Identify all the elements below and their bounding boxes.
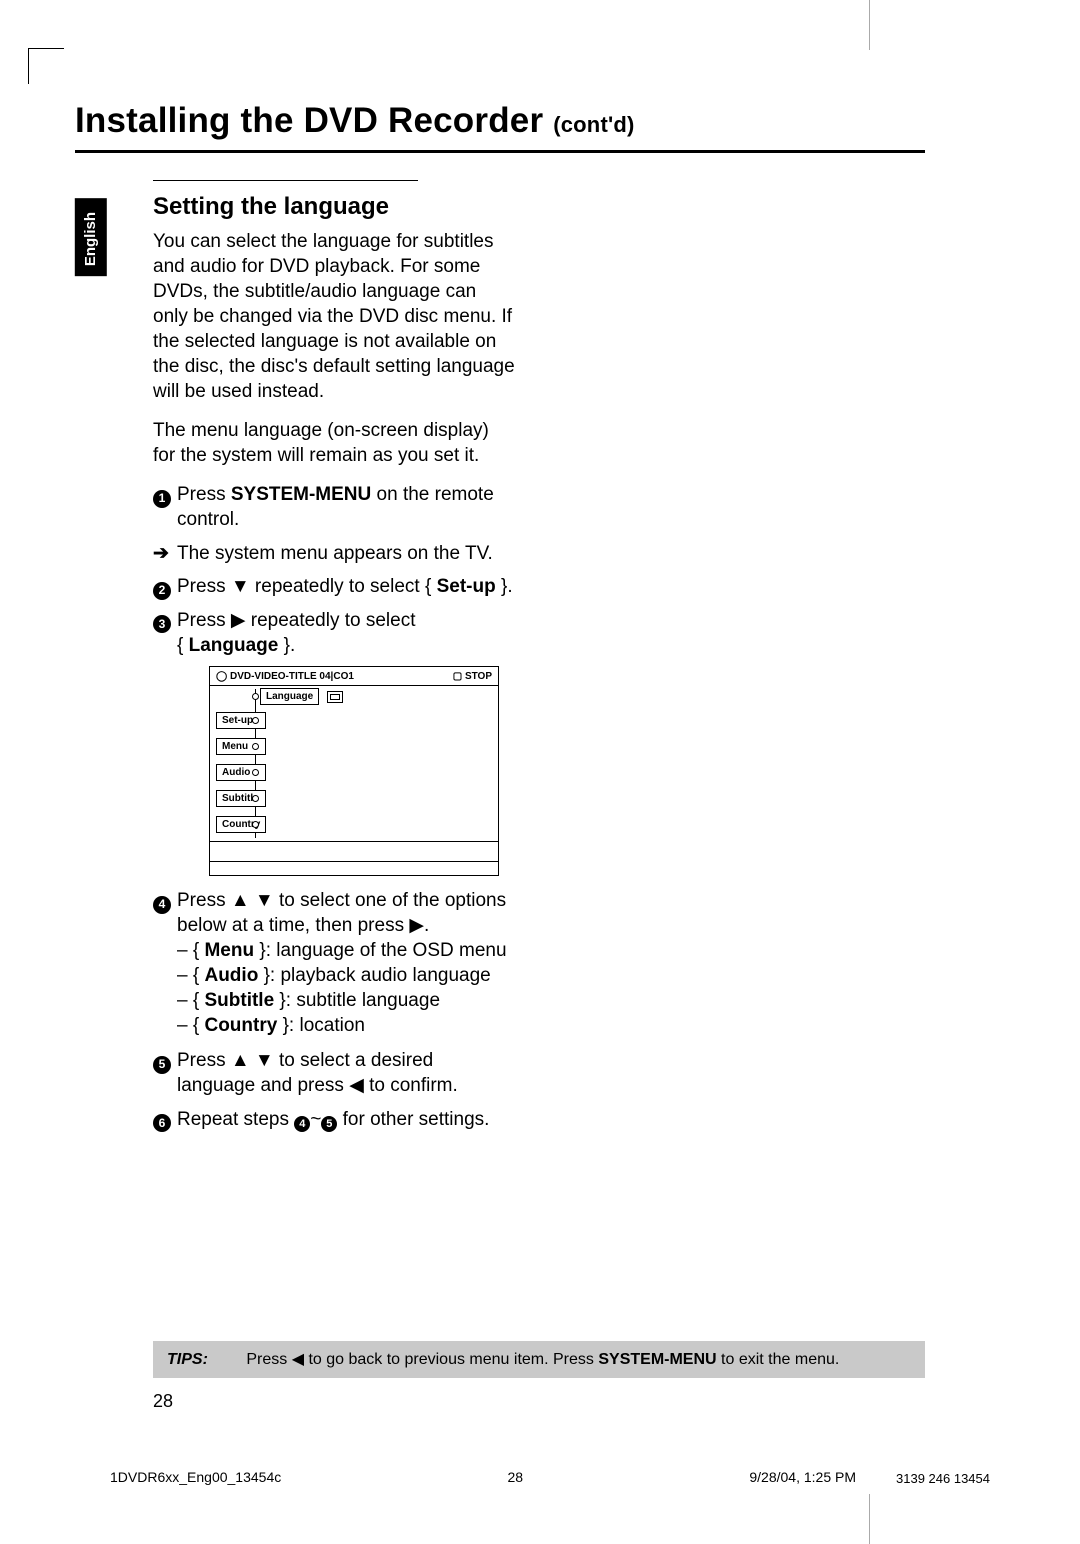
footer-code: 3139 246 13454 bbox=[896, 1472, 990, 1486]
osd-header-stop: STOP bbox=[465, 671, 492, 682]
title-contd: (cont'd) bbox=[553, 112, 634, 137]
osd-node-dot bbox=[252, 769, 259, 776]
text-bold: Audio bbox=[204, 965, 258, 986]
text: Press ▲ ▼ to select a desired language a… bbox=[177, 1048, 515, 1098]
text: Press bbox=[177, 484, 231, 505]
crop-mark bbox=[28, 48, 64, 84]
crop-mark bbox=[869, 1494, 870, 1544]
step-badge-2: 2 bbox=[153, 582, 171, 600]
text-bold: SYSTEM-MENU bbox=[231, 484, 371, 505]
osd-menu-figure: ◯ DVD-VIDEO-TITLE 04|CO1 ▢ STOP Language… bbox=[209, 666, 499, 876]
result-arrow-icon: ➔ bbox=[153, 541, 169, 566]
step-badge-3: 3 bbox=[153, 615, 171, 633]
text-bold: Subtitle bbox=[204, 990, 274, 1011]
osd-footer-row bbox=[210, 841, 498, 861]
text: Repeat steps bbox=[177, 1109, 294, 1130]
text-bold: Set-up bbox=[437, 576, 496, 597]
text-bold: Country bbox=[204, 1015, 277, 1036]
osd-node-dot bbox=[252, 743, 259, 750]
language-tab: English bbox=[75, 198, 107, 276]
step-3: 3 Press ▶ repeatedly to select { Language… bbox=[153, 608, 515, 658]
page-number: 28 bbox=[153, 1390, 173, 1414]
footer-date: 9/28/04, 1:25 PM bbox=[749, 1468, 856, 1486]
tips-bar: TIPS: Press ◀ to go back to previous men… bbox=[153, 1341, 925, 1378]
text-bold: SYSTEM-MENU bbox=[598, 1351, 716, 1368]
body-para: The menu language (on-screen display) fo… bbox=[153, 418, 515, 468]
text: The system menu appears on the TV. bbox=[177, 541, 515, 566]
page-sheet: Installing the DVD Recorder (cont'd) Eng… bbox=[75, 30, 925, 1434]
text: }: language of the OSD menu bbox=[254, 940, 506, 961]
tips-label: TIPS: bbox=[167, 1351, 208, 1368]
text: ~ bbox=[310, 1109, 321, 1130]
step-5: 5 Press ▲ ▼ to select a desired language… bbox=[153, 1048, 515, 1098]
step-badge-4: 4 bbox=[153, 896, 171, 914]
section-rule bbox=[153, 180, 418, 181]
osd-node-dot bbox=[252, 821, 259, 828]
title-main: Installing the DVD Recorder bbox=[75, 101, 543, 140]
osd-active-icon bbox=[327, 691, 343, 703]
step-2: 2 Press ▼ repeatedly to select { Set-up … bbox=[153, 574, 515, 600]
osd-node-dot bbox=[252, 693, 259, 700]
osd-cell-language: Language bbox=[260, 688, 319, 705]
text: }: subtitle language bbox=[274, 990, 440, 1011]
text: Press ▶ repeatedly to select bbox=[177, 610, 416, 631]
text: { bbox=[177, 635, 189, 656]
title-bar: Installing the DVD Recorder (cont'd) bbox=[75, 98, 925, 153]
step-badge-6: 6 bbox=[153, 1114, 171, 1132]
step-6: 6 Repeat steps 4~5 for other settings. bbox=[153, 1107, 515, 1133]
step-4: 4 Press ▲ ▼ to select one of the options… bbox=[153, 888, 515, 1038]
page-title: Installing the DVD Recorder (cont'd) bbox=[75, 101, 635, 140]
text-bold: Language bbox=[189, 635, 279, 656]
osd-stop: ▢ STOP bbox=[453, 670, 492, 683]
text: Press ▼ repeatedly to select { bbox=[177, 576, 437, 597]
step-ref-badge-5: 5 bbox=[321, 1116, 337, 1132]
text: Press ▲ ▼ to select one of the options b… bbox=[177, 890, 506, 936]
step-ref-badge-4: 4 bbox=[294, 1116, 310, 1132]
step-badge-5: 5 bbox=[153, 1056, 171, 1074]
text: to exit the menu. bbox=[717, 1351, 840, 1368]
step-1: 1 Press SYSTEM-MENU on the remote contro… bbox=[153, 482, 515, 532]
text: }. bbox=[278, 635, 295, 656]
step-1-result: ➔ The system menu appears on the TV. bbox=[153, 541, 515, 566]
text-bold: Menu bbox=[204, 940, 254, 961]
osd-footer-row bbox=[210, 861, 498, 875]
imposition-footer: 1DVDR6xx_Eng00_13454c 28 9/28/04, 1:25 P… bbox=[110, 1468, 990, 1486]
text: }. bbox=[496, 576, 513, 597]
step-badge-1: 1 bbox=[153, 490, 171, 508]
footer-filename: 1DVDR6xx_Eng00_13454c bbox=[110, 1468, 281, 1486]
text: }: playback audio language bbox=[258, 965, 490, 986]
osd-header-title: DVD-VIDEO-TITLE 04|CO1 bbox=[230, 671, 354, 682]
text: for other settings. bbox=[337, 1109, 489, 1130]
osd-node-dot bbox=[252, 795, 259, 802]
osd-node-dot bbox=[252, 717, 259, 724]
body-para: You can select the language for subtitle… bbox=[153, 229, 515, 405]
osd-disc-icon: ◯ DVD-VIDEO-TITLE 04|CO1 bbox=[216, 670, 354, 683]
text: Press ◀ to go back to previous menu item… bbox=[246, 1351, 598, 1368]
text: }: location bbox=[277, 1015, 365, 1036]
step4-list: – { Menu }: language of the OSD menu – {… bbox=[177, 938, 515, 1038]
footer-page: 28 bbox=[281, 1468, 749, 1486]
section-heading: Setting the language bbox=[153, 191, 515, 223]
